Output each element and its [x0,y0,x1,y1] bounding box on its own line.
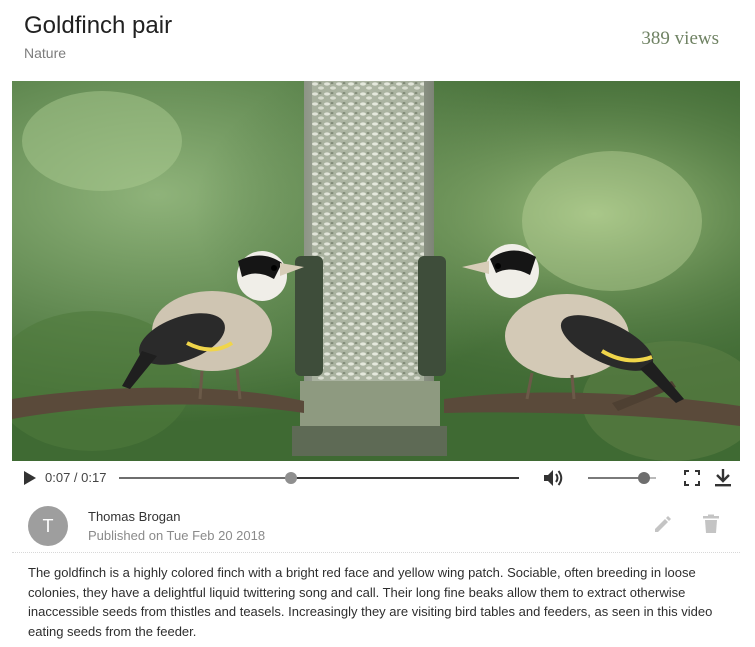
download-button[interactable] [714,468,732,488]
author-row: T Thomas Brogan Published on Tue Feb 20 … [12,496,740,553]
video-still-image [12,81,740,461]
volume-level [588,477,644,479]
fullscreen-icon [684,470,700,486]
video-frame[interactable] [12,81,740,461]
edit-button[interactable] [653,514,673,534]
volume-button[interactable] [543,468,565,488]
volume-icon [544,470,563,486]
video-title: Goldfinch pair [24,12,173,39]
pencil-icon [655,516,671,532]
play-button[interactable] [22,470,38,486]
view-count: 389 views [641,28,719,49]
volume-slider[interactable] [588,472,656,484]
publish-date: Published on Tue Feb 20 2018 [88,528,266,543]
fullscreen-button[interactable] [684,470,700,486]
player-controls: 0:07 / 0:17 [12,461,740,495]
seek-bar[interactable] [119,472,519,484]
seek-handle[interactable] [285,472,297,484]
play-icon [24,471,36,485]
delete-button[interactable] [702,514,720,534]
video-header: Goldfinch pair Nature 389 views [0,0,755,80]
trash-icon [703,514,719,533]
video-description: The goldfinch is a highly colored finch … [28,565,713,639]
video-category: Nature [24,45,67,61]
seek-played [119,477,291,479]
avatar[interactable]: T [28,506,68,546]
seek-buffered [291,477,519,479]
download-icon [715,469,731,487]
time-display: 0:07 / 0:17 [45,470,107,485]
volume-handle[interactable] [638,472,650,484]
author-name[interactable]: Thomas Brogan [88,509,181,524]
